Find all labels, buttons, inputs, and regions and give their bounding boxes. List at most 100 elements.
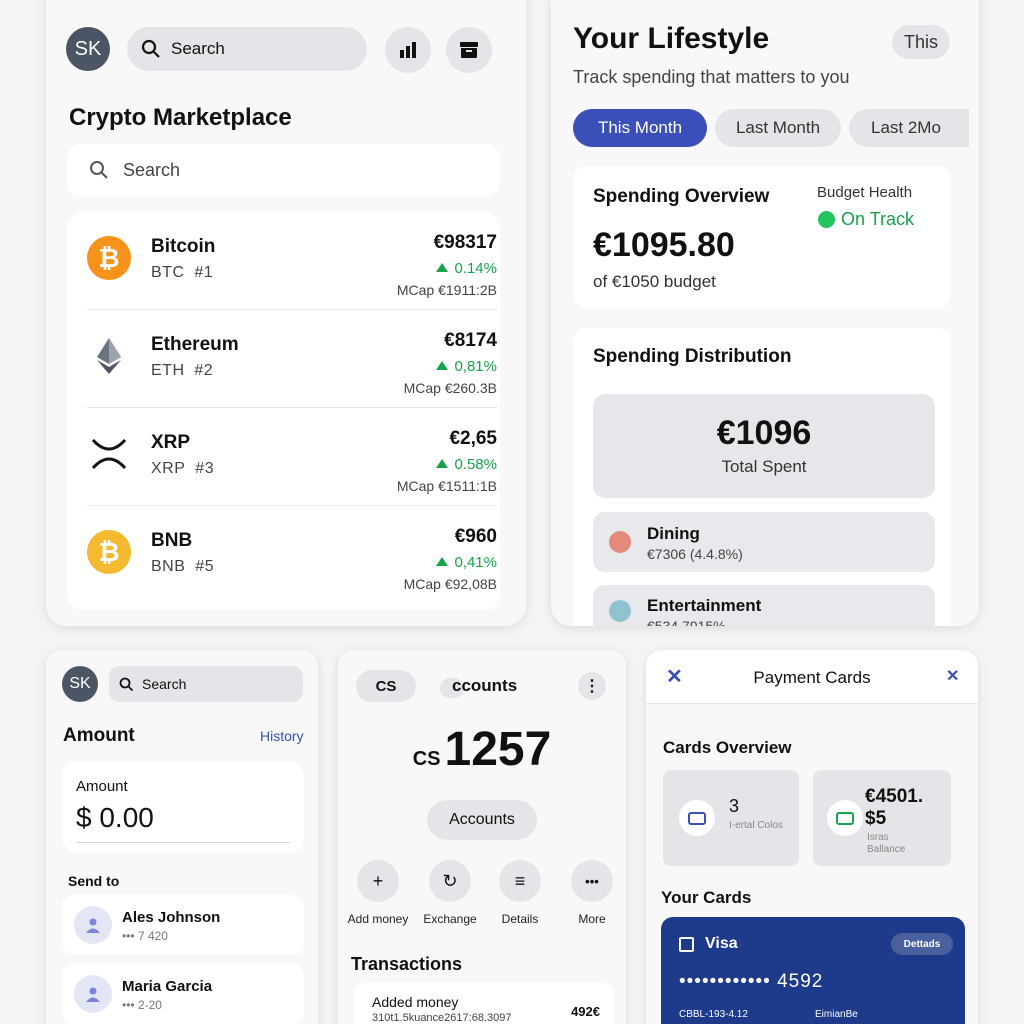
coin-market-cap: MCap €92,08B (403, 576, 497, 592)
total-amount: €1096 (716, 414, 812, 452)
user-icon (74, 975, 112, 1013)
category-color-dot (609, 600, 631, 622)
category-name: Entertainment (647, 596, 762, 615)
card-footer-right: EimianBe (815, 1009, 858, 1020)
chart-button[interactable] (385, 27, 431, 73)
overview-title: Spending Overview (593, 186, 770, 207)
search-placeholder: Search (171, 39, 225, 58)
search-bar[interactable]: Search (127, 27, 367, 71)
transaction-detail: 310t1.5kuance2617:68.3097 (372, 1012, 512, 1024)
arrow-up-icon (436, 459, 449, 468)
arrow-up-icon (436, 557, 449, 566)
spending-overview-card: Spending Overview Budget Health On Track… (573, 166, 951, 308)
list-search-placeholder: Search (123, 159, 181, 180)
stat-value: €4501. $5 (865, 786, 924, 829)
coin-row-bitcoin[interactable]: ₿ Bitcoin BTC #1 €98317 0.14% MCap €1911… (87, 212, 497, 310)
plus-icon: + (357, 860, 399, 902)
coin-change: 0.58% (436, 456, 497, 473)
stat-value: 3 (729, 796, 740, 816)
search-bar[interactable]: Search (109, 666, 303, 702)
coin-price: €2,65 (449, 428, 497, 449)
coin-change: 0,41% (436, 554, 497, 571)
avatar[interactable]: SK (66, 27, 110, 71)
search-placeholder: Search (142, 676, 187, 692)
visa-card[interactable]: Visa Dettads •••••••••••• 4592 CBBL-193-… (661, 917, 965, 1024)
coin-market-cap: MCap €260.3B (403, 380, 497, 396)
accounts-button[interactable]: Accounts (427, 800, 537, 840)
coin-row-xrp[interactable]: XRP XRP #3 €2,65 0.58% MCap €1511:1B (87, 408, 497, 506)
divider (76, 842, 290, 843)
lifestyle-subtitle: Track spending that matters to you (573, 67, 850, 87)
budget-status: On Track (818, 209, 914, 230)
recipient-item[interactable]: Maria Garcia ••• 2-20 (62, 964, 304, 1024)
bitcoin-icon: ₿ (87, 236, 131, 280)
recipient-item[interactable]: Ales Johnson ••• 7 420 (62, 895, 304, 955)
coin-price: €98317 (433, 232, 497, 253)
more-icon: ••• (571, 860, 613, 902)
card-footer-left: CBBL-193-4.12 (679, 1009, 748, 1020)
coin-name: BNB (151, 530, 193, 551)
refresh-icon: ↻ (429, 860, 471, 902)
crypto-marketplace-panel: SK Search Crypto Marketplace Search ₿ Bi… (46, 0, 526, 626)
action-exchange[interactable]: ↻ Exchange (410, 860, 490, 926)
avatar[interactable]: SK (62, 666, 98, 702)
coin-symbol: BNB #5 (151, 558, 215, 575)
stat-card-balance: €4501. $5 Isras Ballance (813, 770, 951, 866)
coin-symbol: BTC #1 (151, 264, 214, 281)
recipient-name: Maria Garcia (122, 978, 213, 995)
action-details[interactable]: ≡ Details (480, 860, 560, 926)
more-vertical-button[interactable]: ⋮ (578, 672, 606, 700)
total-label: Total Spent (721, 457, 807, 476)
list-search-input[interactable]: Search (67, 144, 500, 196)
filter-last-month[interactable]: Last Month (715, 109, 841, 147)
recipient-detail: ••• 2-20 (122, 998, 162, 1012)
category-detail: €534 7915% (647, 618, 726, 626)
arrow-up-icon (436, 263, 449, 272)
balance-currency: CS (412, 748, 441, 770)
coin-price: €960 (454, 526, 497, 547)
lifestyle-panel: Your Lifestyle This Track spending that … (551, 0, 979, 626)
action-label: Details (501, 912, 539, 926)
accounts-title: ccounts (452, 676, 518, 695)
xrp-icon (87, 432, 131, 476)
budget-health-label: Budget Health (817, 184, 913, 201)
recipient-detail: ••• 7 420 (122, 929, 168, 943)
history-link[interactable]: History (260, 728, 304, 744)
send-to-label: Send to (68, 873, 120, 889)
coin-name: XRP (151, 432, 191, 453)
stat-card-total-cards: 3 I-ertal Colos (663, 770, 799, 866)
lifestyle-title: Your Lifestyle (573, 22, 770, 55)
coin-row-ethereum[interactable]: Ethereum ETH #2 €8174 0,81% MCap €260.3B (87, 310, 497, 408)
coin-row-bnb[interactable]: ₿ BNB BNB #5 €960 0,41% MCap €92,08B (87, 506, 497, 604)
search-icon (90, 161, 108, 179)
category-color-dot (609, 531, 631, 553)
card-tag[interactable]: Dettads (891, 933, 953, 955)
filter-last-2mo[interactable]: Last 2Mo (849, 109, 969, 147)
amount-card: Amount $ 0.00 (62, 762, 304, 852)
archive-button[interactable] (446, 27, 492, 73)
list-icon: ≡ (499, 860, 541, 902)
accounts-panel: CS ccounts ⋮ CS1257 Accounts + Add money… (338, 650, 626, 1024)
action-add-money[interactable]: + Add money (338, 860, 418, 926)
transaction-amount: 492€ (571, 1004, 600, 1019)
close-icon[interactable]: ✕ (946, 666, 959, 686)
category-row-entertainment[interactable]: Entertainment €534 7915% (593, 585, 935, 626)
action-more[interactable]: ••• More (552, 860, 626, 926)
user-icon (74, 906, 112, 944)
currency-chip[interactable]: CS (356, 670, 416, 702)
period-badge[interactable]: This (892, 25, 950, 59)
amount-input[interactable]: $ 0.00 (76, 802, 154, 834)
archive-icon (460, 42, 478, 58)
coin-change: 0,81% (436, 358, 497, 375)
coin-name: Ethereum (151, 334, 239, 355)
cards-overview-title: Cards Overview (663, 738, 792, 757)
transaction-item[interactable]: Added money 310t1.5kuance2617:68.3097 49… (354, 982, 614, 1024)
action-label: Add money (347, 912, 409, 926)
filter-this-month[interactable]: This Month (573, 109, 707, 147)
status-dot-icon (818, 211, 835, 228)
category-row-dining[interactable]: Dining €7306 (4.4.8%) (593, 512, 935, 572)
stat-label: Isras Ballance (867, 832, 906, 855)
amount-label: Amount (76, 778, 128, 795)
arrow-up-icon (436, 361, 449, 370)
coin-list: ₿ Bitcoin BTC #1 €98317 0.14% MCap €1911… (67, 212, 500, 610)
